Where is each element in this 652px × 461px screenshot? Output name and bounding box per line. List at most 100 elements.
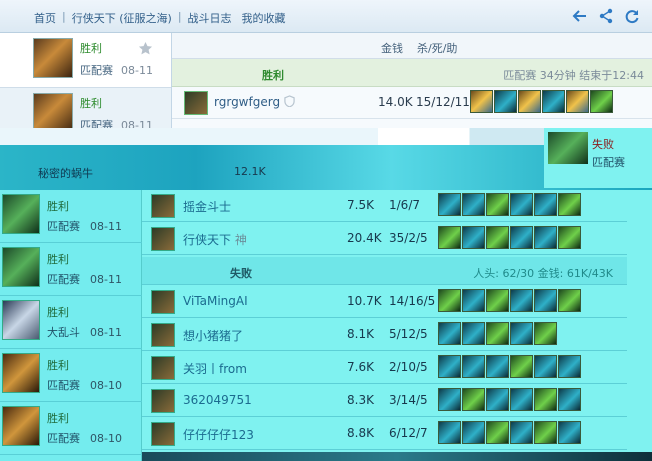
player-name[interactable]: 仔仔仔仔123 <box>183 426 254 443</box>
item-icon[interactable] <box>462 289 485 312</box>
item-icon[interactable] <box>510 388 533 411</box>
item-icon[interactable] <box>510 355 533 378</box>
item-icon[interactable] <box>438 421 461 444</box>
item-icon[interactable] <box>534 193 557 216</box>
item-icon[interactable] <box>486 322 509 345</box>
player-kda: 15/12/11 <box>416 95 470 109</box>
breadcrumb-favorites[interactable]: 我的收藏 <box>242 10 286 26</box>
item-icon[interactable] <box>534 226 557 249</box>
item-icon[interactable] <box>486 226 509 249</box>
item-icon[interactable] <box>518 90 541 113</box>
refresh-icon[interactable] <box>624 8 640 24</box>
player-row[interactable]: rgrgwfgerg 14.0K 15/12/11 <box>172 87 652 119</box>
match-list-item[interactable]: 胜利 大乱斗 08-11 <box>0 296 142 349</box>
player-avatar <box>151 356 175 380</box>
match-result: 胜利 <box>47 200 69 213</box>
item-icon[interactable] <box>462 226 485 249</box>
item-icon[interactable] <box>486 388 509 411</box>
player-name[interactable]: ViTaMingAI <box>183 294 248 308</box>
hero-avatar <box>2 406 40 446</box>
item-icon[interactable] <box>558 289 581 312</box>
item-icon[interactable] <box>558 226 581 249</box>
back-arrow-icon[interactable] <box>572 8 588 24</box>
hero-avatar <box>33 38 73 78</box>
item-icon[interactable] <box>558 193 581 216</box>
match-list-item[interactable]: 胜利 匹配赛 08-10 <box>0 402 142 455</box>
side-match-card[interactable]: 失败 匹配赛 <box>544 128 652 188</box>
item-icon[interactable] <box>534 289 557 312</box>
match-date: 08-11 <box>121 64 153 77</box>
match-result: 胜利 <box>80 42 102 55</box>
breadcrumb-server[interactable]: 行侠天下 (征服之海) <box>72 10 172 26</box>
match-result: 胜利 <box>80 97 102 110</box>
item-icon[interactable] <box>470 90 493 113</box>
player-row[interactable]: 关羽丨from 7.6K 2/10/5 <box>142 352 627 384</box>
item-icon[interactable] <box>542 90 565 113</box>
match-result: 胜利 <box>47 306 69 319</box>
player-name[interactable]: 想小猪猪了 <box>183 327 243 344</box>
star-icon[interactable] <box>138 41 153 56</box>
item-icon[interactable] <box>534 388 557 411</box>
player-row[interactable]: 仔仔仔仔123 8.8K 6/12/7 <box>142 418 627 450</box>
match-list-item[interactable]: 胜利 匹配赛 08-11 <box>0 243 142 296</box>
shield-icon <box>284 95 295 107</box>
breadcrumb-home[interactable]: 首页 <box>34 10 56 26</box>
match-mode: 匹配赛 <box>80 64 113 77</box>
item-icon[interactable] <box>510 226 533 249</box>
match-date: 08-11 <box>90 220 122 233</box>
item-icon[interactable] <box>510 421 533 444</box>
player-row[interactable]: 摇金斗士 7.5K 1/6/7 <box>142 190 627 222</box>
player-row[interactable]: 362049751 8.3K 3/14/5 <box>142 385 627 417</box>
item-icon[interactable] <box>494 90 517 113</box>
player-name[interactable]: 362049751 <box>183 393 252 407</box>
item-icon[interactable] <box>462 388 485 411</box>
item-icon[interactable] <box>462 355 485 378</box>
breadcrumb-battle-log[interactable]: 战斗日志 <box>188 10 232 26</box>
item-icon[interactable] <box>510 322 533 345</box>
item-icon[interactable] <box>438 322 461 345</box>
player-gold: 14.0K <box>378 95 413 109</box>
player-row[interactable]: 想小猪猪了 8.1K 5/12/5 <box>142 319 627 351</box>
match-result: 胜利 <box>47 412 69 425</box>
item-icon[interactable] <box>534 322 557 345</box>
item-icon[interactable] <box>438 193 461 216</box>
item-icon[interactable] <box>438 355 461 378</box>
item-icon[interactable] <box>438 226 461 249</box>
item-icon[interactable] <box>510 193 533 216</box>
player-gold: 8.8K <box>347 426 374 440</box>
item-icon[interactable] <box>486 193 509 216</box>
player-name[interactable]: 关羽丨from <box>183 360 247 377</box>
item-icon[interactable] <box>558 388 581 411</box>
item-icon[interactable] <box>486 289 509 312</box>
match-detail-lower: 摇金斗士 7.5K 1/6/7 行侠天下 神 20.4K 35/2/5 失败 人… <box>142 190 652 461</box>
item-icon[interactable] <box>566 90 589 113</box>
item-icon[interactable] <box>462 193 485 216</box>
column-header: 金钱 杀/死/助 <box>172 33 652 59</box>
item-icon[interactable] <box>534 421 557 444</box>
player-row[interactable]: 行侠天下 神 20.4K 35/2/5 <box>142 223 627 255</box>
player-name[interactable]: 行侠天下 神 <box>183 231 247 248</box>
item-icon[interactable] <box>534 355 557 378</box>
gold-column-label: 金钱 <box>381 42 403 55</box>
item-icon[interactable] <box>590 90 613 113</box>
item-slots <box>438 355 581 378</box>
item-icon[interactable] <box>486 421 509 444</box>
item-icon[interactable] <box>558 355 581 378</box>
match-list-item[interactable]: 胜利 匹配赛 08-11 <box>0 190 142 243</box>
item-icon[interactable] <box>510 289 533 312</box>
share-icon[interactable] <box>598 8 614 24</box>
player-name[interactable]: 摇金斗士 <box>183 198 231 215</box>
item-icon[interactable] <box>462 421 485 444</box>
item-icon[interactable] <box>558 421 581 444</box>
item-icon[interactable] <box>438 289 461 312</box>
item-icon[interactable] <box>438 388 461 411</box>
match-list-lower: 胜利 匹配赛 08-11 胜利 匹配赛 08-11 胜利 大乱斗 08-11 胜… <box>0 190 142 461</box>
match-list-item[interactable]: 胜利 匹配赛 08-10 <box>0 349 142 402</box>
match-list-item[interactable]: 胜利 匹配赛 08-11 <box>0 33 171 88</box>
player-kda: 14/16/5 <box>389 294 436 308</box>
item-icon[interactable] <box>462 322 485 345</box>
player-name[interactable]: rgrgwfgerg <box>214 95 295 109</box>
player-row[interactable]: ViTaMingAI 10.7K 14/16/5 <box>142 286 627 318</box>
item-icon[interactable] <box>486 355 509 378</box>
player-gold: 7.6K <box>347 360 374 374</box>
